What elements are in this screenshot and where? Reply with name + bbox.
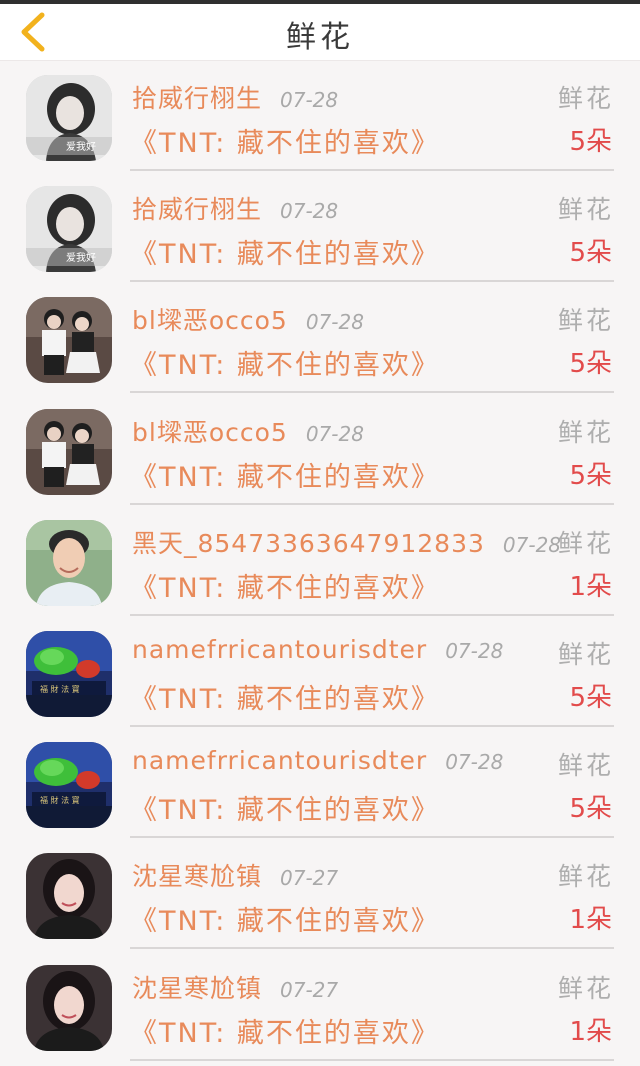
send-date: 07-27 [280,866,339,891]
send-date: 07-28 [305,421,364,446]
avatar[interactable] [26,408,112,495]
avatar[interactable] [26,964,112,1051]
gift-type-label: 鲜花 [557,195,614,225]
song-title[interactable]: 《TNT: 藏不住的喜欢》 [130,121,440,160]
green-flower-photo-avatar: 福 財 法 寶 [26,630,112,717]
gift-type-label: 鲜花 [557,528,614,558]
list-item[interactable]: bl墚恶occo5 07-28 鲜花 《TNT: 藏不住的喜欢》 5朵 [0,283,640,394]
divider [130,836,614,839]
flower-count: 5朵 [569,794,612,825]
top-bar: 鲜花 [0,4,640,61]
list-item[interactable]: 沈星寒尬镇 07-27 鲜花 《TNT: 藏不住的喜欢》 1朵 [0,951,640,1062]
divider [130,724,614,727]
gift-record-list[interactable]: 爱我好 拾威行栩生 07-28 鲜花 《TNT: 藏不住的喜欢》 5朵 爱我好 [0,61,640,1062]
divider [130,1058,614,1061]
sender-name[interactable]: 拾威行栩生 [132,79,262,115]
flower-count: 5朵 [569,682,612,713]
flower-count: 5朵 [569,238,612,269]
girl-gray-photo-avatar: 爱我好 [26,186,112,273]
divider [130,280,614,283]
record-content: bl墚恶occo5 07-28 鲜花 《TNT: 藏不住的喜欢》 5朵 [130,405,614,505]
list-item[interactable]: 爱我好 拾威行栩生 07-28 鲜花 《TNT: 藏不住的喜欢》 5朵 [0,61,640,172]
sender-name[interactable]: 沈星寒尬镇 [132,969,262,1005]
svg-text:福 財 法 寶: 福 財 法 寶 [40,684,80,694]
song-title[interactable]: 《TNT: 藏不住的喜欢》 [130,899,440,938]
song-title[interactable]: 《TNT: 藏不住的喜欢》 [130,1011,440,1050]
record-content: 沈星寒尬镇 07-27 鲜花 《TNT: 藏不住的喜欢》 1朵 [130,849,614,950]
avatar[interactable]: 爱我好 [26,75,112,161]
divider [130,169,614,171]
gift-type-label: 鲜花 [557,862,614,892]
record-content: 沈星寒尬镇 07-27 鲜花 《TNT: 藏不住的喜欢》 1朵 [130,961,614,1061]
avatar[interactable] [26,519,112,606]
send-date: 07-28 [445,638,504,663]
send-date: 07-27 [280,977,339,1002]
divider [130,502,614,505]
flower-count: 1朵 [569,571,612,602]
gift-type-label: 鲜花 [557,306,614,336]
gift-type-label: 鲜花 [557,417,614,447]
girl-dark-photo-avatar [26,853,112,940]
flower-count: 1朵 [569,1016,612,1047]
couple-photo-avatar [26,297,112,384]
list-item[interactable]: 福 財 法 寶 namefrricantourisdter 07-28 鲜花 《… [0,728,640,839]
flower-count: 5朵 [569,460,612,491]
svg-text:福 財 法 寶: 福 財 法 寶 [40,795,80,805]
song-title[interactable]: 《TNT: 藏不住的喜欢》 [130,677,440,716]
avatar[interactable]: 福 財 法 寶 [26,742,112,829]
gift-type-label: 鲜花 [557,751,614,781]
girl-dark-photo-avatar [26,964,112,1051]
divider [130,391,614,394]
song-title[interactable]: 《TNT: 藏不住的喜欢》 [130,232,440,271]
record-content: 黑天_8547336364791283​3 07-28 鲜花 《TNT: 藏不住… [130,516,614,616]
send-date: 07-28 [502,532,562,557]
divider [130,947,614,950]
record-content: bl墚恶occo5 07-28 鲜花 《TNT: 藏不住的喜欢》 5朵 [130,293,614,394]
song-title[interactable]: 《TNT: 藏不住的喜欢》 [130,455,440,494]
list-item[interactable]: 福 財 法 寶 namefrricantourisdter 07-28 鲜花 《… [0,617,640,728]
svg-text:爱我好: 爱我好 [66,251,96,264]
sender-name[interactable]: 拾威行栩生 [132,190,262,226]
avatar[interactable] [26,297,112,384]
send-date: 07-28 [280,199,339,224]
gift-type-label: 鲜花 [557,973,614,1003]
page-title: 鲜花 [286,20,354,55]
send-date: 07-28 [280,88,339,112]
record-content: 拾威行栩生 07-28 鲜花 《TNT: 藏不住的喜欢》 5朵 [130,71,614,171]
list-item[interactable]: bl墚恶occo5 07-28 鲜花 《TNT: 藏不住的喜欢》 5朵 [0,395,640,506]
couple-photo-avatar [26,408,112,495]
record-content: namefrricantourisdter 07-28 鲜花 《TNT: 藏不住… [130,738,614,839]
list-item[interactable]: 沈星寒尬镇 07-27 鲜花 《TNT: 藏不住的喜欢》 1朵 [0,839,640,950]
svg-text:爱我好: 爱我好 [66,140,96,153]
send-date: 07-28 [305,310,364,335]
song-title[interactable]: 《TNT: 藏不住的喜欢》 [130,566,440,605]
sender-name[interactable]: bl墚恶occo5 [132,301,288,337]
send-date: 07-28 [445,750,504,775]
list-item[interactable]: 黑天_8547336364791283​3 07-28 鲜花 《TNT: 藏不住… [0,506,640,617]
song-title[interactable]: 《TNT: 藏不住的喜欢》 [130,788,440,827]
avatar[interactable] [26,853,112,940]
girl-gray-photo-avatar: 爱我好 [26,75,112,161]
record-content: namefrricantourisdter 07-28 鲜花 《TNT: 藏不住… [130,627,614,727]
flower-count: 5朵 [569,127,612,157]
song-title[interactable]: 《TNT: 藏不住的喜欢》 [130,343,440,382]
green-flower-photo-avatar: 福 財 法 寶 [26,742,112,829]
sender-name[interactable]: namefrricantourisdter [132,635,427,664]
flower-count: 1朵 [569,905,612,936]
divider [130,613,614,616]
man-portrait-photo-avatar [26,519,112,606]
sender-name[interactable]: 黑天_8547336364791283​3 [132,524,485,560]
avatar[interactable]: 爱我好 [26,186,112,273]
gift-type-label: 鲜花 [557,639,614,669]
gift-type-label: 鲜花 [557,84,614,113]
avatar[interactable]: 福 財 法 寶 [26,630,112,717]
list-item[interactable]: 爱我好 拾威行栩生 07-28 鲜花 《TNT: 藏不住的喜欢》 5朵 [0,172,640,283]
sender-name[interactable]: namefrricantourisdter [132,746,427,775]
sender-name[interactable]: bl墚恶occo5 [132,413,288,449]
flower-count: 5朵 [569,349,612,380]
sender-name[interactable]: 沈星寒尬镇 [132,857,262,893]
record-content: 拾威行栩生 07-28 鲜花 《TNT: 藏不住的喜欢》 5朵 [130,182,614,283]
